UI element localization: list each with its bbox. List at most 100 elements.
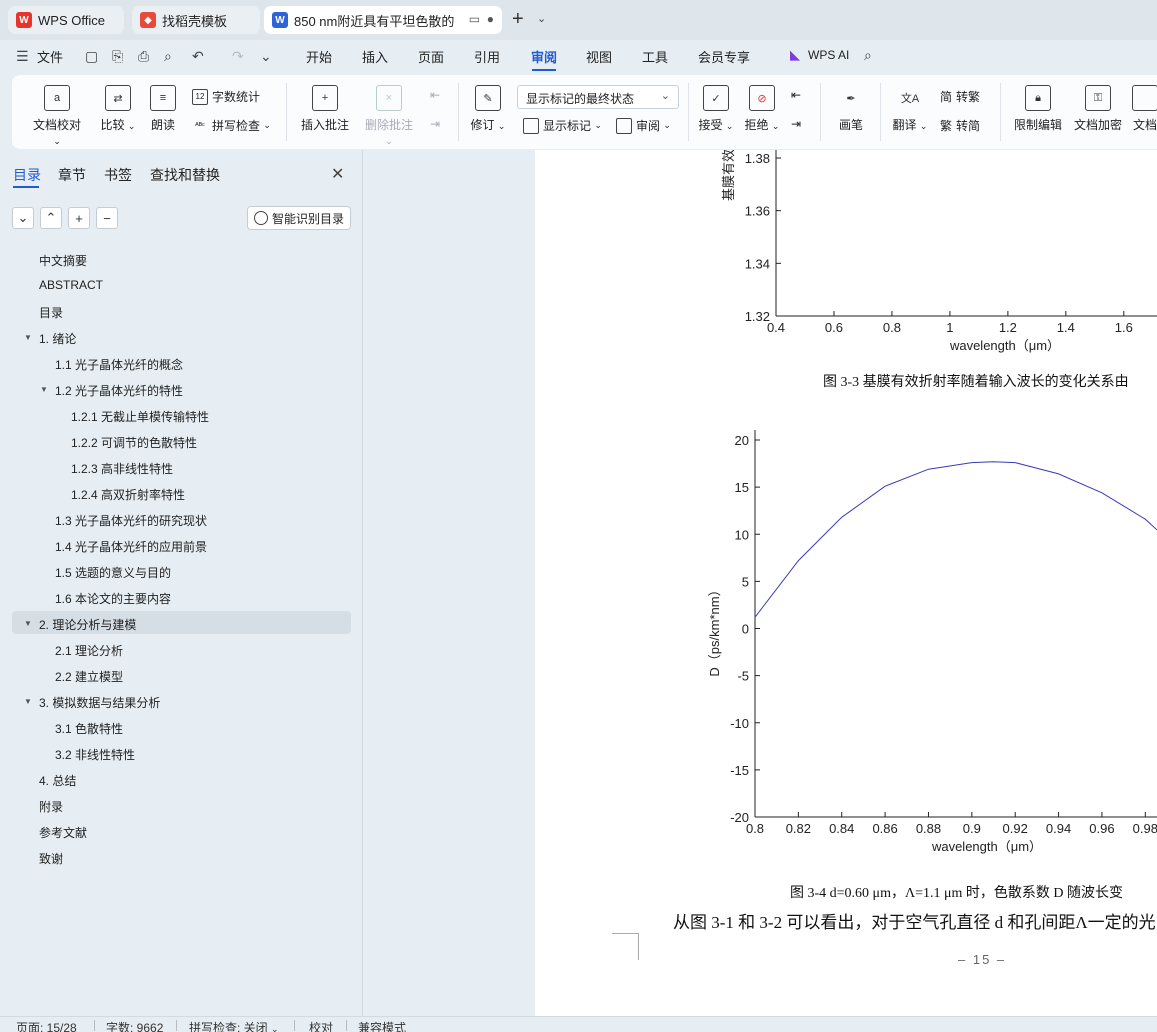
next-comment-icon[interactable]: ⇥ [430, 117, 440, 131]
insert-comment-icon: + [312, 85, 338, 111]
doc-proofread-button[interactable]: a 文档校对 ⌄ [28, 85, 86, 147]
pen-button[interactable]: ✒ 画笔 [834, 85, 868, 133]
chevron-down-icon: ⌄ [17, 210, 29, 225]
smart-toc-button[interactable]: 智能识别目录 [247, 206, 351, 230]
word-count-button[interactable]: 12 字数统计 [192, 88, 260, 105]
toc-item[interactable]: 1.5 选题的意义与目的 [55, 564, 171, 581]
toc-item[interactable]: 1.2.3 高非线性特性 [71, 460, 173, 477]
collapse-up-button[interactable]: ⌃ [40, 207, 62, 229]
menu-reference[interactable]: 引用 [474, 47, 500, 66]
tab-list-chevron-icon[interactable]: ⌄ [537, 12, 546, 25]
tab-bookmarks[interactable]: 书签 [104, 165, 132, 185]
to-simplified-button[interactable]: 繁转简 [940, 117, 980, 134]
print-preview-icon[interactable]: ⌕ [164, 48, 172, 65]
spell-check-button[interactable]: ᴬᴮᶜ 拼写检查 ⌄ [192, 117, 271, 134]
x-tick-label: 0.88 [916, 821, 941, 836]
reject-button[interactable]: ⊘ 拒绝 ⌄ [744, 85, 780, 133]
tab-chapters[interactable]: 章节 [58, 165, 86, 185]
expand-triangle-icon[interactable]: ▼ [24, 333, 32, 342]
tab-find-replace[interactable]: 查找和替换 [150, 165, 220, 185]
review-pane-icon [616, 117, 632, 134]
word-count-status[interactable]: 字数: 9662 [106, 1019, 163, 1032]
toc-item[interactable]: 1.4 光子晶体光纤的应用前景 [55, 538, 207, 555]
tab-docer-templates[interactable]: ◆ 找稻壳模板 [132, 6, 260, 34]
expand-triangle-icon[interactable]: ▼ [24, 619, 32, 628]
menu-page[interactable]: 页面 [418, 47, 444, 66]
toc-item[interactable]: 致谢 [39, 850, 63, 867]
to-traditional-button[interactable]: 简转繁 [940, 88, 980, 105]
delete-comment-button[interactable]: × 删除批注 ⌄ [360, 85, 418, 147]
accept-button[interactable]: ✓ 接受 ⌄ [698, 85, 734, 133]
toc-item[interactable]: 1.2.4 高双折射率特性 [71, 486, 185, 503]
toc-item[interactable]: 3. 模拟数据与结果分析 [39, 694, 160, 711]
prev-change-icon[interactable]: ⇤ [791, 88, 801, 102]
search-icon[interactable]: ⌕ [864, 47, 872, 64]
toc-item[interactable]: ABSTRACT [39, 278, 103, 292]
spell-check-status[interactable]: 拼写检查: 关闭 ⌄ [189, 1019, 279, 1032]
toc-item[interactable]: 附录 [39, 798, 63, 815]
toc-item[interactable]: 2. 理论分析与建模 [39, 616, 136, 633]
menu-view[interactable]: 视图 [586, 47, 612, 66]
redo-icon[interactable]: ↷ [232, 48, 244, 65]
expand-down-button[interactable]: ⌄ [12, 207, 34, 229]
tab-toc[interactable]: 目录 [13, 165, 41, 185]
toc-item[interactable]: 3.2 非线性特性 [55, 746, 135, 763]
add-heading-button[interactable]: + [68, 207, 90, 229]
restrict-edit-button[interactable]: 🔒︎ 限制编辑 [1012, 85, 1064, 133]
expand-triangle-icon[interactable]: ▼ [40, 385, 48, 394]
hamburger-menu-icon[interactable]: ☰ [16, 48, 29, 65]
figure-caption-3-4: 图 3-4 d=0.60 μm，Λ=1.1 μm 时，色散系数 D 随波长变 [790, 886, 1124, 901]
toc-item[interactable]: 1.1 光子晶体光纤的概念 [55, 356, 183, 373]
tab-wps-office[interactable]: W WPS Office [8, 6, 124, 34]
toc-item[interactable]: 目录 [39, 304, 63, 321]
read-aloud-button[interactable]: ≡ 朗读 [148, 85, 178, 133]
toc-item[interactable]: 2.1 理论分析 [55, 642, 123, 659]
menu-review[interactable]: 审阅 [531, 47, 557, 66]
toc-item[interactable]: 2.2 建立模型 [55, 668, 123, 685]
toc-item[interactable]: 3.1 色散特性 [55, 720, 123, 737]
compare-button[interactable]: ⇄ 比较 ⌄ [98, 85, 138, 133]
next-change-icon[interactable]: ⇥ [791, 117, 801, 131]
wps-ai-icon[interactable]: ◣ [790, 47, 800, 63]
toc-item[interactable]: 1.3 光子晶体光纤的研究现状 [55, 512, 207, 529]
menu-member[interactable]: 会员专享 [698, 47, 750, 66]
toc-item[interactable]: 1.6 本论文的主要内容 [55, 590, 171, 607]
track-changes-button[interactable]: ✎ 修订 ⌄ [470, 85, 506, 133]
toc-item[interactable]: 中文摘要 [39, 252, 87, 269]
toc-item[interactable]: 4. 总结 [39, 772, 76, 789]
doc-more-button[interactable]: 文档 [1130, 85, 1157, 133]
insert-comment-button[interactable]: + 插入批注 [300, 85, 350, 133]
status-divider [346, 1020, 347, 1031]
undo-icon[interactable]: ↶ [192, 48, 204, 65]
translate-button[interactable]: 文A 翻译 ⌄ [892, 85, 928, 133]
menu-tools[interactable]: 工具 [642, 47, 668, 66]
y-tick-label: -5 [737, 669, 749, 684]
save-icon[interactable]: ▢ [85, 48, 98, 65]
page-indicator[interactable]: 页面: 15/28 [16, 1019, 77, 1032]
toc-item[interactable]: 参考文献 [39, 824, 87, 841]
toc-item[interactable]: 1.2 光子晶体光纤的特性 [55, 382, 183, 399]
file-menu[interactable]: 文件 [37, 47, 63, 66]
expand-triangle-icon[interactable]: ▼ [24, 697, 32, 706]
tab-document[interactable]: W 850 nm附近具有平坦色散的光 ▭ ● [264, 6, 502, 34]
toc-item[interactable]: 1.2.1 无截止单模传输特性 [71, 408, 209, 425]
remove-heading-button[interactable]: − [96, 207, 118, 229]
markup-display-select[interactable]: 显示标记的最终状态 ⌄ [517, 85, 679, 109]
show-markup-button[interactable]: 显示标记 ⌄ [523, 117, 602, 134]
print-icon[interactable]: ⎙ [138, 48, 149, 65]
wps-ai-button[interactable]: WPS AI [808, 48, 849, 62]
toc-item[interactable]: 1.2.2 可调节的色散特性 [71, 434, 197, 451]
more-chevron-icon[interactable]: ⌄ [260, 48, 272, 65]
close-icon[interactable]: ✕ [331, 164, 344, 184]
toc-item[interactable]: 1. 绪论 [39, 330, 76, 347]
prev-comment-icon[interactable]: ⇤ [430, 88, 440, 102]
ribbon-divider [880, 83, 881, 141]
encrypt-doc-button[interactable]: ⚿ 文档加密 [1072, 85, 1124, 133]
export-icon[interactable]: ⎘ [112, 48, 123, 65]
new-tab-plus-icon[interactable]: + [512, 8, 524, 31]
review-pane-button[interactable]: 审阅 ⌄ [616, 117, 671, 134]
menu-start[interactable]: 开始 [306, 47, 332, 66]
menu-insert[interactable]: 插入 [362, 47, 388, 66]
proof-status[interactable]: 校对 [309, 1019, 333, 1032]
delete-comment-icon: × [376, 85, 402, 111]
